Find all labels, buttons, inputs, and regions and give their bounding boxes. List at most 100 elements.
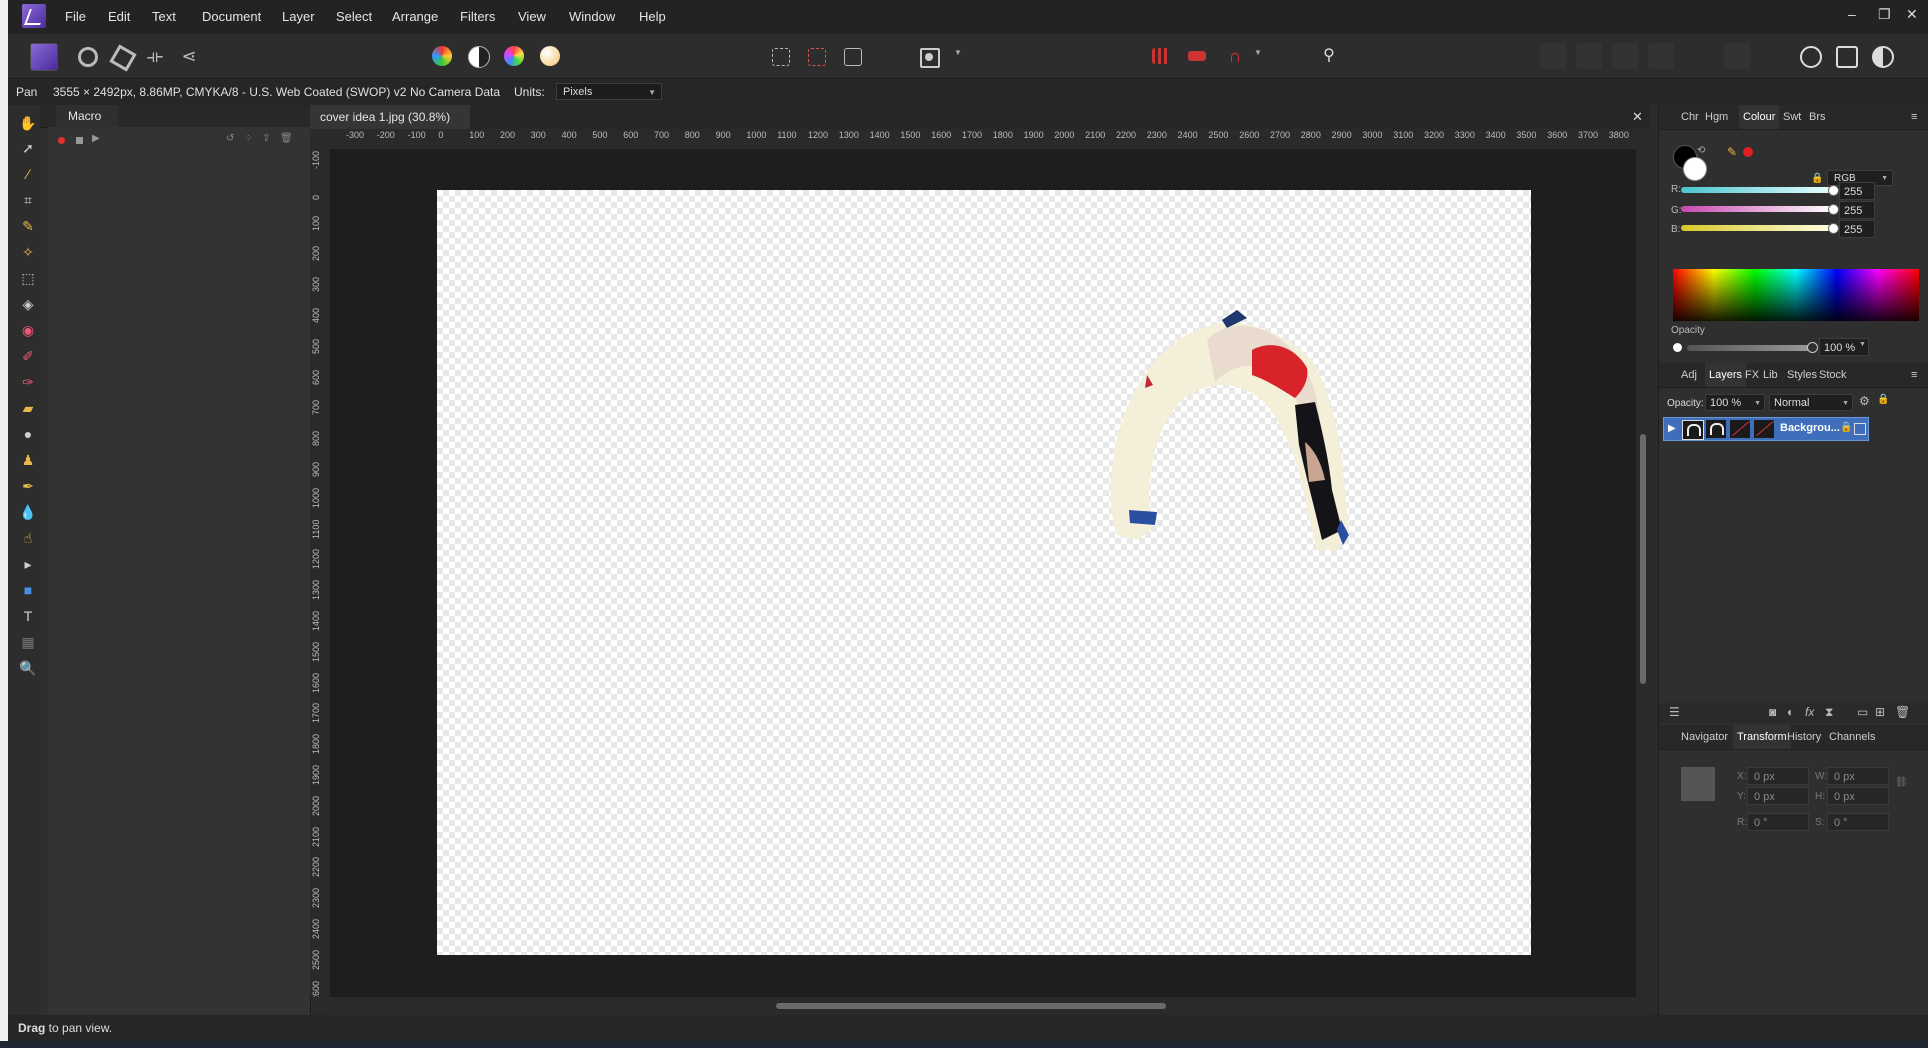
menu-text[interactable]: Text: [152, 9, 176, 24]
g-slider[interactable]: [1681, 206, 1833, 212]
blur-brush-tool-icon[interactable]: 💧: [19, 503, 37, 521]
layer-settings-gear-icon[interactable]: ⚙: [1859, 394, 1870, 408]
add-mask-icon[interactable]: ◙: [1769, 705, 1776, 719]
healing-tool-icon[interactable]: ✒: [19, 477, 37, 495]
b-value-field[interactable]: 255: [1839, 220, 1875, 238]
auto-contrast-icon[interactable]: [468, 46, 490, 68]
boolean-intersect-icon[interactable]: [1872, 46, 1894, 68]
tab-swatches[interactable]: Swt: [1783, 105, 1801, 129]
panel-menu-icon[interactable]: ≡: [1911, 363, 1917, 387]
lock-icon[interactable]: 🔒: [1811, 173, 1823, 184]
document-canvas[interactable]: [437, 190, 1531, 955]
layer-visibility-checkbox[interactable]: [1854, 423, 1866, 435]
mesh-warp-tool-icon[interactable]: ▦: [19, 633, 37, 651]
close-window-button[interactable]: ✕: [1906, 6, 1918, 23]
add-pixel-layer-icon[interactable]: ⊞: [1875, 705, 1885, 719]
marquee-tool-icon[interactable]: ⬚: [19, 269, 37, 287]
tab-stock[interactable]: Stock: [1819, 363, 1847, 387]
stop-macro-icon[interactable]: [76, 137, 83, 144]
assistant-icon[interactable]: ⚲: [1316, 43, 1342, 69]
menu-document[interactable]: Document: [202, 9, 261, 24]
menu-file[interactable]: File: [65, 9, 86, 24]
r-slider[interactable]: [1681, 187, 1833, 193]
menu-edit[interactable]: Edit: [108, 9, 130, 24]
rectangle-tool-icon[interactable]: ■: [19, 581, 37, 599]
snapping-dropdown-icon[interactable]: ▼: [1254, 48, 1262, 57]
develop-persona-icon[interactable]: [108, 43, 137, 72]
crop-tool-icon[interactable]: ⌗: [19, 191, 37, 209]
opacity-slider-handle[interactable]: [1807, 342, 1818, 353]
pan-tool-icon[interactable]: ✋: [19, 114, 37, 132]
arrange-2-icon[interactable]: [1576, 43, 1602, 69]
add-fx-icon[interactable]: fx: [1805, 705, 1814, 719]
auto-white-balance-icon[interactable]: [540, 46, 560, 66]
g-value-field[interactable]: 255: [1839, 201, 1875, 219]
select-all-icon[interactable]: [772, 48, 790, 66]
horizontal-ruler[interactable]: -300 -200 -100 0 100 200 300 400 500 600 700 800 900…: [330, 129, 1650, 150]
tone-mapping-persona-icon[interactable]: ⟛: [142, 43, 168, 69]
g-slider-handle[interactable]: [1828, 204, 1839, 215]
play-macro-icon[interactable]: ▶: [92, 133, 100, 144]
menu-select[interactable]: Select: [336, 9, 372, 24]
menu-layer[interactable]: Layer: [282, 9, 315, 24]
units-dropdown[interactable]: Pixels ▼: [556, 83, 662, 100]
menu-window[interactable]: Window: [569, 9, 615, 24]
add-group-icon[interactable]: ▭: [1857, 705, 1868, 719]
anchor-selector[interactable]: [1681, 767, 1715, 801]
tab-adjustments[interactable]: Adj: [1681, 363, 1697, 387]
pen-tool-icon[interactable]: ▸: [19, 555, 37, 573]
tab-channels[interactable]: Channels: [1829, 725, 1875, 749]
b-slider-handle[interactable]: [1828, 223, 1839, 234]
boolean-subtract-icon[interactable]: [1836, 46, 1858, 68]
move-tool-icon[interactable]: ➚: [19, 139, 37, 157]
colour-spectrum[interactable]: [1673, 269, 1919, 321]
layer-opacity-field[interactable]: 100 % ▼: [1705, 394, 1765, 411]
delete-macro-icon[interactable]: 🗑: [280, 133, 293, 144]
export-persona-icon[interactable]: ⋖: [176, 43, 202, 69]
w-field[interactable]: 0 px: [1827, 767, 1889, 785]
link-aspect-icon[interactable]: ⛓: [1895, 777, 1908, 788]
export-macro-icon[interactable]: ⇪: [262, 133, 270, 144]
tab-navigator[interactable]: Navigator: [1681, 725, 1728, 749]
quick-mask-icon[interactable]: [920, 48, 940, 68]
y-field[interactable]: 0 px: [1747, 787, 1809, 805]
add-adjustment-icon[interactable]: ◐: [1787, 705, 1794, 719]
tab-library[interactable]: Lib: [1763, 363, 1778, 387]
tab-transform[interactable]: Transform: [1733, 725, 1791, 749]
flood-fill-tool-icon[interactable]: ◈: [19, 295, 37, 313]
auto-levels-icon[interactable]: [432, 46, 452, 66]
delete-layer-icon[interactable]: 🗑: [1895, 705, 1910, 719]
swap-colours-icon[interactable]: ⟲: [1697, 145, 1705, 156]
align-icon[interactable]: [1724, 43, 1750, 69]
horizontal-scrollbar[interactable]: [330, 997, 1650, 1015]
gradient-tool-icon[interactable]: ◉: [19, 321, 37, 339]
layer-row[interactable]: ▶ Backgrou... 🔒: [1663, 417, 1869, 441]
menu-help[interactable]: Help: [639, 9, 666, 24]
flood-select-tool-icon[interactable]: ✧: [19, 243, 37, 261]
b-slider[interactable]: [1681, 225, 1833, 231]
deselect-icon[interactable]: [808, 48, 826, 66]
h-field[interactable]: 0 px: [1827, 787, 1889, 805]
vertical-ruler[interactable]: -100 0 100 200 300 400 500 600 700 800 900 1000 1100…: [310, 149, 331, 997]
zoom-tool-icon[interactable]: 🔍: [19, 659, 37, 677]
r-value-field[interactable]: 255: [1839, 182, 1875, 200]
layer-stack-icon[interactable]: ☰: [1669, 705, 1680, 719]
colour-replacement-tool-icon[interactable]: ✑: [19, 373, 37, 391]
x-field[interactable]: 0 px: [1747, 767, 1809, 785]
chevron-down-icon[interactable]: ▼: [1859, 341, 1866, 348]
close-document-icon[interactable]: ✕: [1632, 109, 1643, 125]
menu-view[interactable]: View: [518, 9, 546, 24]
erase-brush-tool-icon[interactable]: ▰: [19, 399, 37, 417]
tab-macro[interactable]: Macro: [56, 105, 118, 127]
layer-expand-icon[interactable]: ▶: [1668, 423, 1676, 434]
tab-styles[interactable]: Styles: [1787, 363, 1817, 387]
vertical-scrollbar[interactable]: [1636, 129, 1650, 997]
tab-colour[interactable]: Colour: [1739, 105, 1780, 129]
layer-lock-icon[interactable]: 🔒: [1877, 394, 1889, 405]
tab-histogram[interactable]: Hgm: [1705, 105, 1728, 129]
smudge-tool-icon[interactable]: ☝: [19, 529, 37, 547]
tab-character[interactable]: Chr: [1681, 105, 1699, 129]
horizontal-scroll-thumb[interactable]: [776, 1003, 1166, 1009]
record-macro-icon[interactable]: [58, 137, 65, 144]
quick-mask-dropdown-icon[interactable]: ▼: [954, 48, 962, 57]
